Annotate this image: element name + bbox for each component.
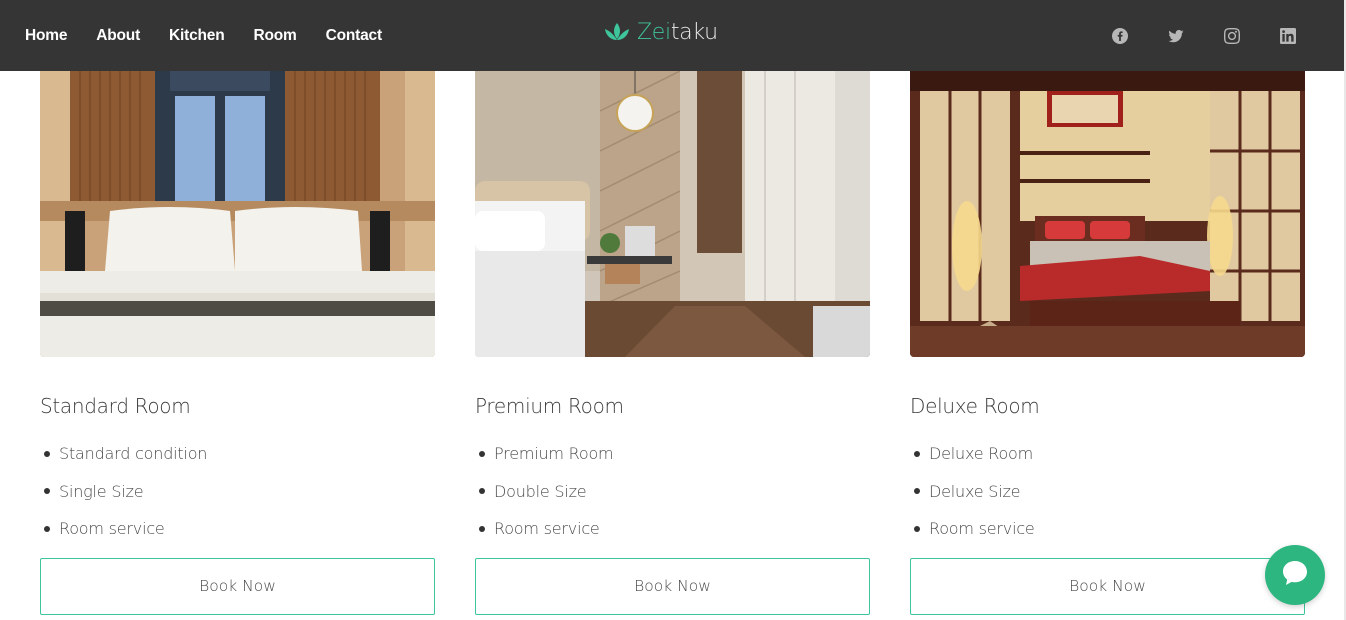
standard-room-photo bbox=[40, 71, 435, 357]
feature-text: Room service bbox=[929, 519, 1035, 539]
book-now-button[interactable]: Book Now bbox=[910, 557, 1305, 615]
room-title: Premium Room bbox=[475, 394, 624, 418]
room-features: Standard condition Single Size Room serv… bbox=[40, 435, 435, 548]
bullet-icon bbox=[479, 488, 485, 495]
room-title: Deluxe Room bbox=[910, 394, 1040, 418]
feature-item: Single Size bbox=[40, 473, 435, 511]
feature-item: Double Size bbox=[475, 473, 870, 511]
room-card-deluxe: Deluxe Room Deluxe Room Deluxe Size Room… bbox=[910, 71, 1305, 615]
instagram-icon[interactable] bbox=[1224, 27, 1240, 44]
nav-home-link[interactable]: Home bbox=[25, 27, 67, 45]
lotus-icon bbox=[603, 21, 631, 45]
feature-text: Deluxe Room bbox=[929, 444, 1034, 464]
feature-item: Deluxe Size bbox=[910, 473, 1305, 511]
room-features: Deluxe Room Deluxe Size Room service bbox=[910, 435, 1305, 548]
feature-item: Room service bbox=[40, 510, 435, 548]
brand-logo[interactable]: Zeitaku bbox=[603, 20, 718, 45]
room-card-standard: Standard Room Standard condition Single … bbox=[40, 71, 435, 615]
twitter-icon[interactable] bbox=[1168, 28, 1184, 44]
social-links bbox=[1072, 0, 1296, 71]
nav-menu: Home About Kitchen Room Contact bbox=[25, 0, 411, 71]
feature-text: Room service bbox=[494, 519, 600, 539]
linkedin-icon[interactable] bbox=[1280, 27, 1296, 44]
bullet-icon bbox=[479, 525, 485, 532]
feature-item: Room service bbox=[910, 510, 1305, 548]
nav-kitchen-link[interactable]: Kitchen bbox=[169, 27, 225, 45]
bullet-icon bbox=[44, 488, 50, 495]
feature-item: Premium Room bbox=[475, 435, 870, 473]
room-features: Premium Room Double Size Room service bbox=[475, 435, 870, 548]
nav-contact-link[interactable]: Contact bbox=[326, 27, 382, 45]
room-title: Standard Room bbox=[40, 394, 191, 418]
facebook-icon[interactable] bbox=[1112, 27, 1128, 44]
bullet-icon bbox=[914, 525, 920, 532]
bullet-icon bbox=[44, 525, 50, 532]
feature-item: Deluxe Room bbox=[910, 435, 1305, 473]
feature-text: Double Size bbox=[494, 481, 587, 501]
feature-text: Deluxe Size bbox=[929, 481, 1021, 501]
top-navbar: Home About Kitchen Room Contact Zeitaku bbox=[0, 0, 1346, 71]
chat-bubble-icon bbox=[1279, 557, 1311, 593]
premium-room-photo bbox=[475, 71, 870, 357]
feature-text: Room service bbox=[59, 519, 165, 539]
bullet-icon bbox=[914, 488, 920, 495]
book-now-button[interactable]: Book Now bbox=[475, 557, 870, 615]
nav-about-link[interactable]: About bbox=[96, 27, 140, 45]
feature-item: Standard condition bbox=[40, 435, 435, 473]
room-card-premium: Premium Room Premium Room Double Size Ro… bbox=[475, 71, 870, 615]
feature-text: Premium Room bbox=[494, 444, 614, 464]
feature-item: Room service bbox=[475, 510, 870, 548]
bullet-icon bbox=[479, 450, 485, 457]
bullet-icon bbox=[44, 450, 50, 457]
bullet-icon bbox=[914, 450, 920, 457]
feature-text: Standard condition bbox=[59, 444, 208, 464]
deluxe-room-photo bbox=[910, 71, 1305, 357]
brand-name: Zeitaku bbox=[637, 20, 718, 45]
nav-room-link[interactable]: Room bbox=[253, 27, 296, 45]
feature-text: Single Size bbox=[59, 481, 144, 501]
book-now-button[interactable]: Book Now bbox=[40, 557, 435, 615]
chat-widget-button[interactable] bbox=[1265, 545, 1325, 605]
